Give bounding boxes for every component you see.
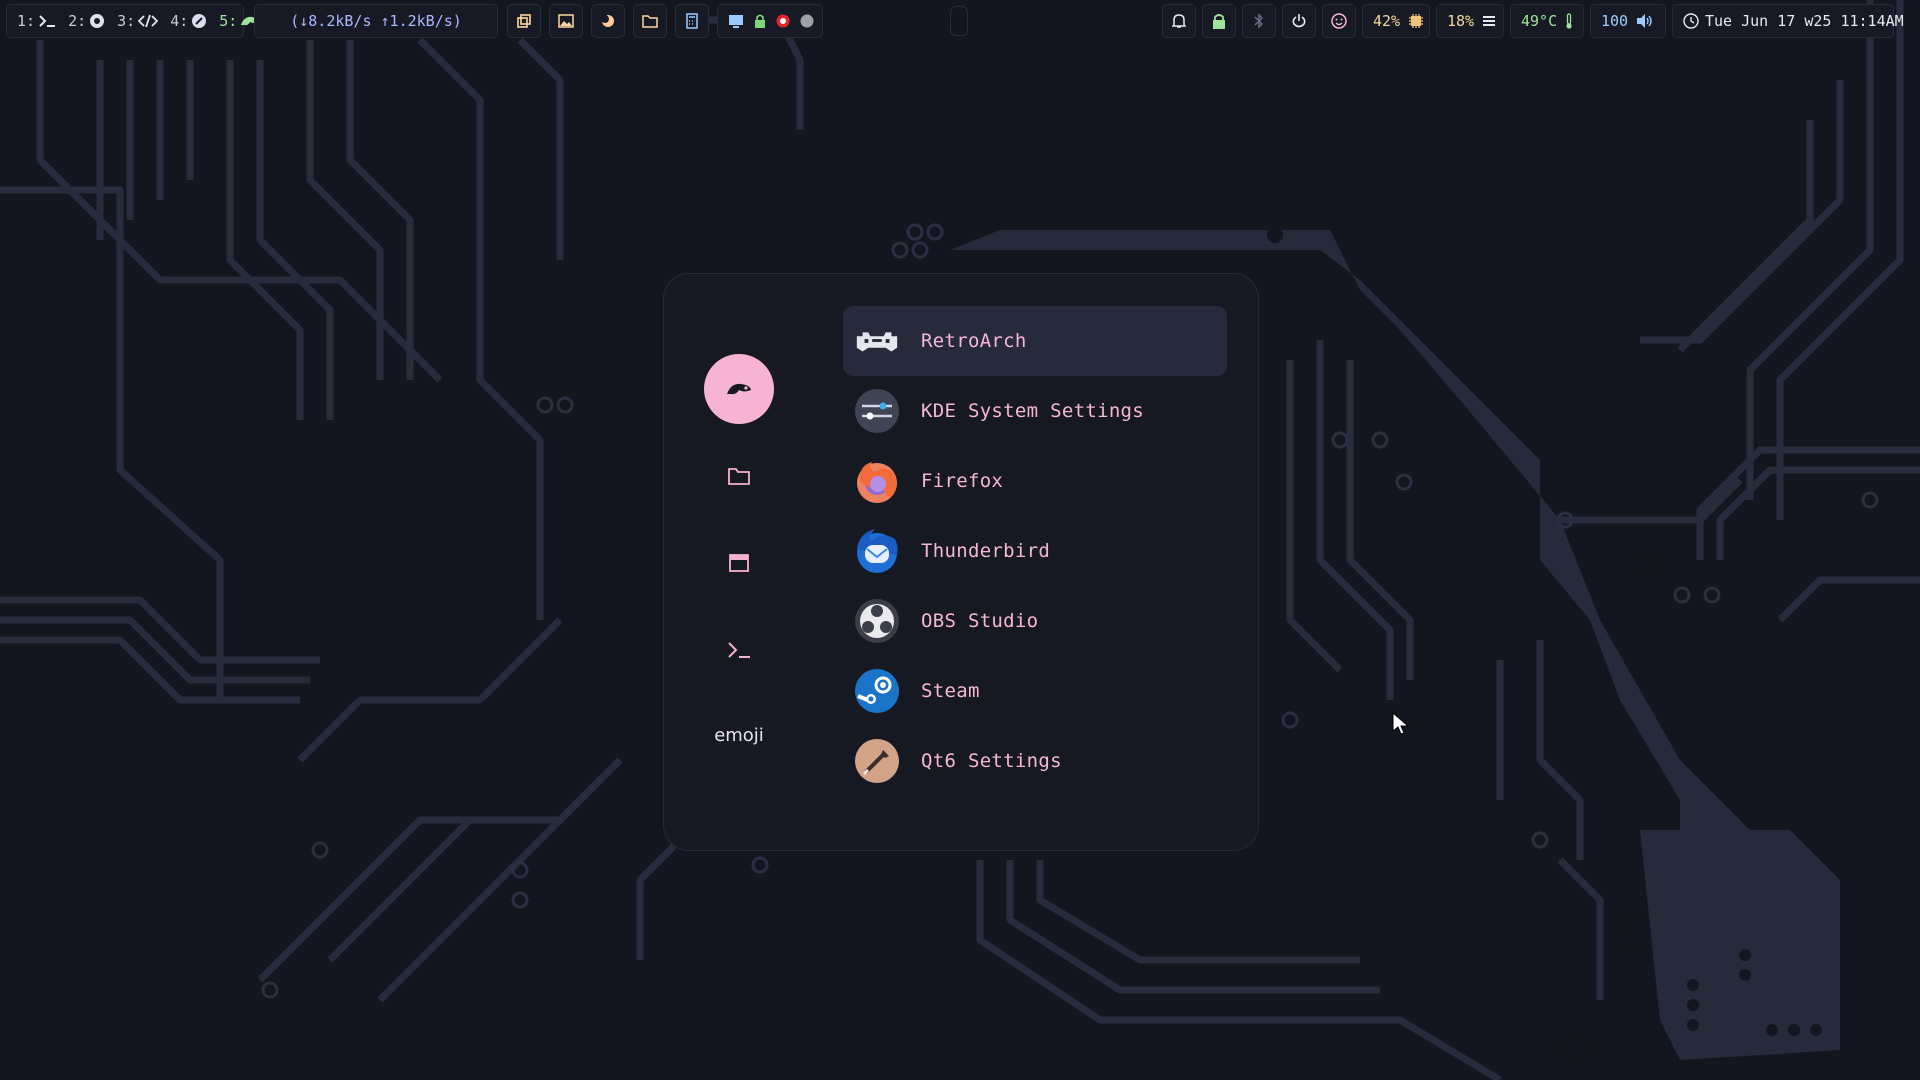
power-button[interactable] xyxy=(1282,4,1316,38)
terminal-icon xyxy=(727,641,751,659)
padlock-icon xyxy=(1212,13,1226,29)
volume[interactable]: 100 xyxy=(1590,4,1666,38)
window-icon xyxy=(729,554,749,572)
sidebar-run-button[interactable] xyxy=(704,615,774,685)
workspace-4-number: 4: xyxy=(170,12,189,30)
code-icon xyxy=(138,14,159,28)
cpu-usage-value: 42% xyxy=(1373,12,1401,30)
thunderbird-icon xyxy=(853,527,901,575)
night-light-button[interactable] xyxy=(591,4,625,38)
kde-settings-icon xyxy=(853,387,901,435)
app-item-kde-system-settings[interactable]: KDE System Settings xyxy=(843,376,1227,446)
clock[interactable]: Tue Jun 17 w25 11:14AM xyxy=(1672,4,1904,38)
chrome-icon xyxy=(89,13,105,29)
sidebar-files-button[interactable] xyxy=(704,441,774,511)
app-launcher: emoji RetroArch KDE System Settings Fire… xyxy=(663,273,1259,851)
app-item-retroarch[interactable]: RetroArch xyxy=(843,306,1227,376)
emoji-picker-button[interactable] xyxy=(1322,4,1356,38)
obs-icon xyxy=(853,597,901,645)
qt6-settings-icon xyxy=(853,737,901,785)
workspace-4[interactable]: 4: xyxy=(170,12,207,30)
clock-icon xyxy=(1683,13,1699,29)
calculator-button[interactable] xyxy=(675,4,709,38)
center-indicator xyxy=(950,6,968,36)
app-label: Steam xyxy=(921,680,980,702)
circle-icon[interactable] xyxy=(800,14,814,28)
temperature-value: 49°C xyxy=(1521,12,1558,30)
workspaces-pill: 1: 2: 3: 4: 5: xyxy=(6,4,260,38)
file-manager-button[interactable] xyxy=(633,4,667,38)
sidebar-windows-button[interactable] xyxy=(704,528,774,598)
notifications-button[interactable] xyxy=(1162,4,1196,38)
workspace-2-number: 2: xyxy=(68,12,87,30)
bell-icon xyxy=(1172,13,1186,29)
chameleon-icon xyxy=(726,382,752,396)
moon-icon xyxy=(601,14,615,28)
bluetooth-icon xyxy=(1254,13,1264,29)
memory-usage-value: 18% xyxy=(1447,12,1475,30)
lock-screen-button[interactable] xyxy=(1202,4,1236,38)
tray-icons xyxy=(717,4,823,38)
steam-icon xyxy=(853,667,901,715)
cpu-icon xyxy=(1408,13,1424,29)
launcher-sidebar: emoji xyxy=(664,274,814,850)
power-icon xyxy=(1291,13,1307,29)
sidebar-apps-button[interactable] xyxy=(704,354,774,424)
app-label: RetroArch xyxy=(921,330,1027,352)
thermometer-icon xyxy=(1565,13,1573,29)
workspace-5-number: 5: xyxy=(219,12,238,30)
memory-icon xyxy=(1482,15,1496,27)
calculator-icon xyxy=(686,13,698,29)
app-list: RetroArch KDE System Settings Firefox Th… xyxy=(843,306,1227,796)
bluetooth-button[interactable] xyxy=(1242,4,1276,38)
sidebar-emoji-label: emoji xyxy=(714,724,764,746)
workspace-3[interactable]: 3: xyxy=(117,12,159,30)
temperature[interactable]: 49°C xyxy=(1510,4,1584,38)
screen-icon[interactable] xyxy=(728,14,744,28)
lock-icon[interactable] xyxy=(754,14,766,28)
mouse-cursor xyxy=(1392,712,1410,735)
record-icon[interactable] xyxy=(776,14,790,28)
clock-text: Tue Jun 17 w25 11:14AM xyxy=(1705,12,1904,30)
window-switcher-button[interactable] xyxy=(507,4,541,38)
image-icon xyxy=(558,14,574,28)
network-speed-text: (↓8.2kB/s ↑1.2kB/s) xyxy=(290,12,462,30)
app-icon xyxy=(191,13,207,29)
workspace-1-number: 1: xyxy=(17,12,36,30)
app-label: Thunderbird xyxy=(921,540,1051,562)
workspace-2[interactable]: 2: xyxy=(68,12,105,30)
folder-icon xyxy=(728,467,750,485)
app-item-obs-studio[interactable]: OBS Studio xyxy=(843,586,1227,656)
retroarch-icon xyxy=(853,317,901,365)
terminal-icon xyxy=(38,14,56,28)
app-item-steam[interactable]: Steam xyxy=(843,656,1227,726)
app-label: Firefox xyxy=(921,470,1004,492)
app-item-thunderbird[interactable]: Thunderbird xyxy=(843,516,1227,586)
app-label: OBS Studio xyxy=(921,610,1039,632)
app-item-qt6-settings[interactable]: Qt6 Settings xyxy=(843,726,1227,796)
app-item-firefox[interactable]: Firefox xyxy=(843,446,1227,516)
wallpaper-button[interactable] xyxy=(549,4,583,38)
cpu-usage[interactable]: 42% xyxy=(1362,4,1430,38)
smiley-icon xyxy=(1331,13,1347,29)
workspace-3-number: 3: xyxy=(117,12,136,30)
network-speed: (↓8.2kB/s ↑1.2kB/s) xyxy=(254,4,498,38)
firefox-icon xyxy=(853,457,901,505)
workspace-1[interactable]: 1: xyxy=(17,12,56,30)
windows-stack-icon xyxy=(516,13,532,29)
app-label: Qt6 Settings xyxy=(921,750,1062,772)
speaker-icon xyxy=(1636,13,1654,29)
app-label: KDE System Settings xyxy=(921,400,1145,422)
folder-icon xyxy=(642,14,658,28)
workspace-switcher: 1: 2: 3: 4: 5: xyxy=(6,4,260,38)
sidebar-emoji-button[interactable]: emoji xyxy=(704,700,774,770)
volume-value: 100 xyxy=(1601,12,1629,30)
memory-usage[interactable]: 18% xyxy=(1436,4,1504,38)
